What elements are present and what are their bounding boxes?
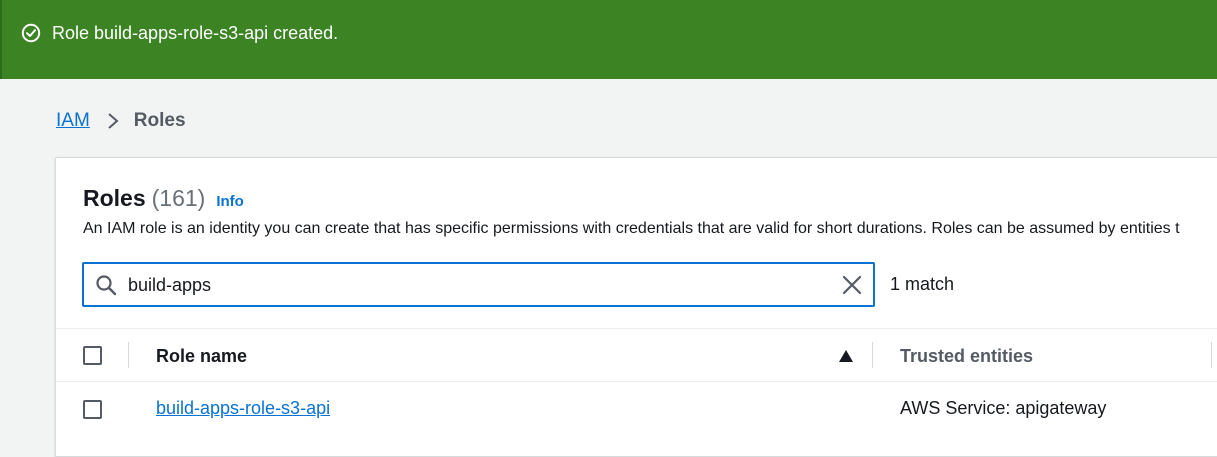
column-header-role-name[interactable]: Role name: [156, 346, 247, 367]
panel-header: Roles (161) Info: [83, 185, 244, 212]
flash-message: Role build-apps-role-s3-api created.: [52, 23, 339, 43]
info-link[interactable]: Info: [216, 193, 244, 210]
close-icon[interactable]: [841, 274, 863, 296]
row-checkbox[interactable]: [83, 400, 102, 419]
table-header: Role name Trusted entities: [56, 328, 1217, 382]
column-divider: [128, 342, 129, 368]
column-resize-handle[interactable]: [1211, 342, 1212, 368]
roles-count: (161): [151, 185, 206, 211]
column-header-trusted-entities[interactable]: Trusted entities: [900, 346, 1033, 367]
trusted-entities-cell: AWS Service: apigateway: [900, 398, 1107, 418]
breadcrumb-current: Roles: [133, 110, 186, 131]
panel-description: An IAM role is an identity you can creat…: [83, 220, 1180, 237]
breadcrumb: IAM Roles: [56, 108, 186, 134]
sort-ascending-icon[interactable]: [839, 350, 853, 362]
table-row: build-apps-role-s3-api AWS Service: apig…: [56, 382, 1217, 436]
select-all-checkbox[interactable]: [83, 346, 102, 365]
search-field[interactable]: [82, 262, 875, 307]
check-circle-icon: [21, 23, 41, 43]
search-input[interactable]: [128, 273, 828, 297]
role-name-link[interactable]: build-apps-role-s3-api: [156, 398, 330, 419]
success-flash-bar: Role build-apps-role-s3-api created.: [0, 0, 1217, 79]
search-icon: [96, 275, 117, 296]
roles-panel: Roles (161) Info An IAM role is an ident…: [55, 157, 1217, 457]
breadcrumb-iam-link[interactable]: IAM: [56, 110, 90, 132]
column-resize-handle[interactable]: [872, 342, 873, 368]
match-count: 1 match: [890, 274, 955, 294]
page-title: Roles: [83, 185, 146, 211]
chevron-right-icon: [108, 113, 119, 129]
